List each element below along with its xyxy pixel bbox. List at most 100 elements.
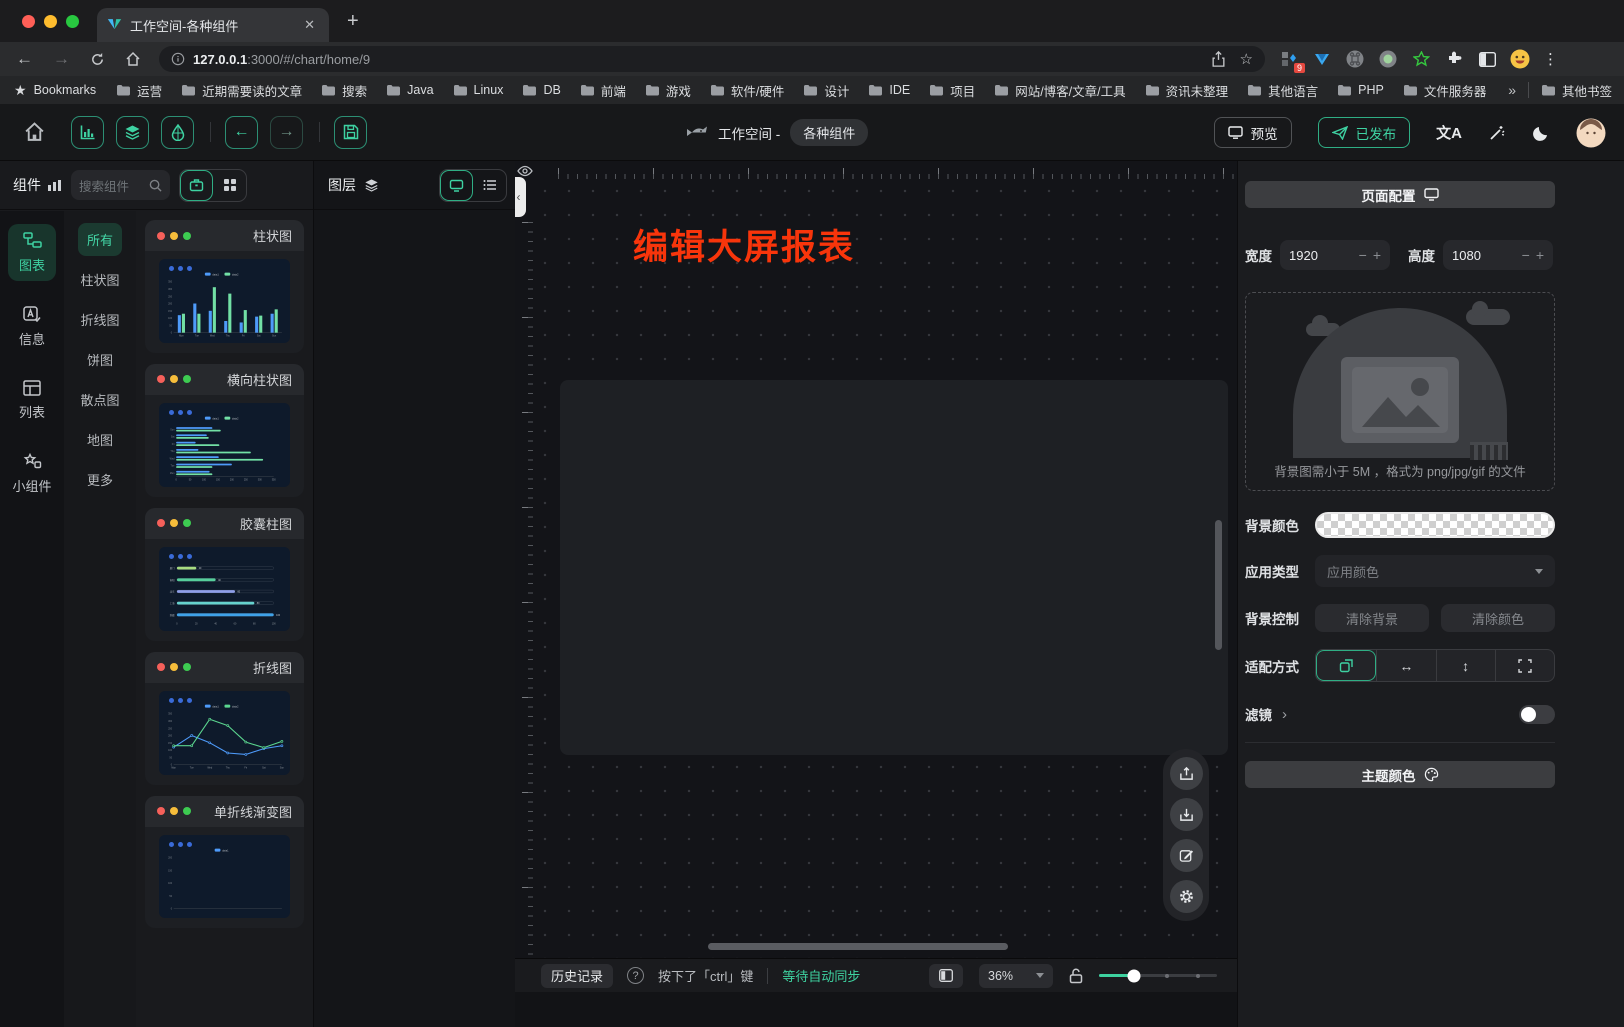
bookmark-folder[interactable]: 项目 — [929, 81, 975, 100]
import-button[interactable] — [1170, 798, 1203, 831]
zoom-slider-knob[interactable] — [1128, 969, 1141, 982]
vue-devtools-icon[interactable] — [1312, 49, 1332, 69]
zoom-slider[interactable] — [1099, 974, 1217, 977]
project-name-pill[interactable]: 各种组件 — [790, 119, 868, 146]
fit-scale-button[interactable] — [1316, 650, 1376, 681]
canvas-donut-chart[interactable] — [795, 602, 995, 750]
traffic-lights[interactable] — [22, 15, 79, 28]
canvas-bar-chart[interactable] — [576, 392, 781, 504]
charts-mode-button[interactable] — [71, 116, 104, 149]
bookmark-folder[interactable]: 运营 — [116, 81, 162, 100]
site-info-icon[interactable] — [171, 52, 185, 66]
bookmark-folder[interactable]: PHP — [1337, 83, 1384, 97]
bookmark-folder[interactable]: Linux — [453, 83, 504, 97]
redo-button[interactable]: → — [270, 116, 303, 149]
back-icon[interactable]: ← — [16, 49, 33, 69]
canvas-hbar-chart[interactable] — [782, 392, 977, 504]
bookmark-folder[interactable]: DB — [522, 83, 560, 97]
bookmark-folder[interactable]: IDE — [868, 83, 910, 97]
reload-icon[interactable] — [90, 52, 105, 67]
width-input[interactable]: 1920 − + — [1280, 240, 1390, 270]
list-view-button[interactable] — [473, 170, 506, 201]
close-window-button[interactable] — [22, 15, 35, 28]
zoom-window-button[interactable] — [66, 15, 79, 28]
height-plus-button[interactable]: + — [1536, 247, 1544, 263]
clear-color-button[interactable]: 清除颜色 — [1441, 604, 1555, 632]
component-card[interactable]: 柱状图data1data2050100150200250300350MonTue… — [145, 220, 304, 353]
category-饼图[interactable]: 饼图 — [78, 343, 122, 376]
clear-background-button[interactable]: 清除背景 — [1315, 604, 1429, 632]
category-地图[interactable]: 地图 — [78, 423, 122, 456]
export-button[interactable] — [1170, 757, 1203, 790]
component-card[interactable]: 胶囊柱图厦门20南阳40北京60上海80新疆100020406080100 — [145, 508, 304, 641]
bookmarks-overflow-icon[interactable]: » — [1508, 82, 1516, 98]
canvas-ring-chart[interactable] — [1000, 630, 1160, 745]
canvas-capsule-chart[interactable] — [990, 398, 1162, 498]
extensions-puzzle-icon[interactable] — [1444, 49, 1464, 69]
bookmark-star-icon[interactable]: ☆ — [1240, 50, 1253, 68]
edit-button[interactable] — [1170, 839, 1203, 872]
category-散点图[interactable]: 散点图 — [71, 383, 128, 416]
side-panel-icon[interactable] — [1477, 49, 1497, 69]
grid-view-button[interactable] — [213, 170, 246, 201]
magic-wand-icon[interactable] — [1488, 124, 1506, 142]
help-icon[interactable]: ? — [627, 967, 644, 984]
horizontal-scrollbar[interactable] — [708, 943, 1008, 950]
sidebar-tab-列表[interactable]: 列表 — [8, 372, 56, 428]
app-type-select[interactable]: 应用颜色 — [1315, 555, 1555, 587]
canvas-double-area-chart[interactable] — [576, 628, 781, 748]
tab-close-icon[interactable]: ✕ — [300, 17, 319, 33]
other-bookmarks[interactable]: 其他书签 — [1541, 81, 1612, 100]
user-avatar[interactable] — [1576, 118, 1606, 148]
shortcut-extension-icon[interactable] — [1345, 49, 1365, 69]
history-panel-button[interactable] — [929, 964, 963, 988]
sidebar-tab-小组件[interactable]: 小组件 — [8, 445, 56, 502]
canvas-line-chart[interactable] — [576, 510, 781, 622]
bookmark-folder[interactable]: 文件服务器 — [1403, 81, 1487, 100]
undo-button[interactable]: ← — [225, 116, 258, 149]
fit-height-button[interactable]: ↕ — [1436, 650, 1495, 681]
recorder-extension-icon[interactable] — [1378, 49, 1398, 69]
big-screen-title-text[interactable]: 编辑大屏报表 — [633, 219, 855, 270]
forward-icon[interactable]: → — [53, 49, 70, 69]
browser-tab[interactable]: 工作空间-各种组件 ✕ — [97, 8, 329, 42]
profile-avatar-icon[interactable] — [1510, 49, 1530, 69]
chevron-right-icon[interactable]: › — [1282, 706, 1287, 723]
history-button[interactable]: 历史记录 — [541, 964, 613, 988]
canvas-gradient-area-chart[interactable] — [990, 504, 1162, 600]
octotree-extension-icon[interactable] — [1411, 49, 1431, 69]
theme-drop-button[interactable] — [161, 116, 194, 149]
sidebar-tab-信息[interactable]: 信息 — [8, 298, 56, 355]
layers-mode-button[interactable] — [116, 116, 149, 149]
settings-gear-icon[interactable] — [1170, 880, 1203, 913]
browser-menu-icon[interactable]: ⋮ — [1543, 50, 1558, 68]
width-minus-button[interactable]: − — [1359, 247, 1367, 263]
save-button[interactable] — [334, 116, 367, 149]
category-柱状图[interactable]: 柱状图 — [71, 263, 128, 296]
sidebar-tab-图表[interactable]: 图表 — [8, 224, 56, 281]
search-input[interactable]: 搜索组件 — [71, 170, 170, 200]
component-card[interactable]: 折线图data1data2050100150200250300350MonTue… — [145, 652, 304, 785]
filter-toggle[interactable] — [1519, 705, 1555, 724]
dark-mode-moon-icon[interactable] — [1532, 124, 1550, 142]
bookmark-folder[interactable]: 资讯未整理 — [1145, 81, 1229, 100]
width-plus-button[interactable]: + — [1373, 247, 1381, 263]
vertical-scrollbar[interactable] — [1215, 520, 1222, 650]
component-card[interactable]: 横向柱状图data1data2SunSatFriThuWedTueMon0501… — [145, 364, 304, 497]
thumbnail-view-button[interactable] — [440, 170, 473, 201]
bookmark-folder[interactable]: 软件/硬件 — [710, 81, 784, 100]
bookmark-folder[interactable]: 搜索 — [321, 81, 367, 100]
minimize-window-button[interactable] — [44, 15, 57, 28]
height-input[interactable]: 1080 − + — [1443, 240, 1553, 270]
bookmark-folder[interactable]: 设计 — [803, 81, 849, 100]
collapse-layers-handle[interactable]: ‹ — [515, 177, 526, 217]
language-icon[interactable]: 文A — [1436, 122, 1462, 143]
tab-manager-extension-icon[interactable]: 9 — [1279, 49, 1299, 69]
bookmark-folder[interactable]: 近期需要读的文章 — [181, 81, 302, 100]
zoom-select[interactable]: 36% — [979, 964, 1053, 988]
bookmark-folder[interactable]: Java — [386, 83, 433, 97]
fit-width-button[interactable]: ↔ — [1376, 650, 1435, 681]
category-折线图[interactable]: 折线图 — [71, 303, 128, 336]
height-minus-button[interactable]: − — [1522, 247, 1530, 263]
background-upload-dropzone[interactable]: 背景图需小于 5M ，格式为 png/jpg/gif 的文件 — [1245, 292, 1555, 491]
